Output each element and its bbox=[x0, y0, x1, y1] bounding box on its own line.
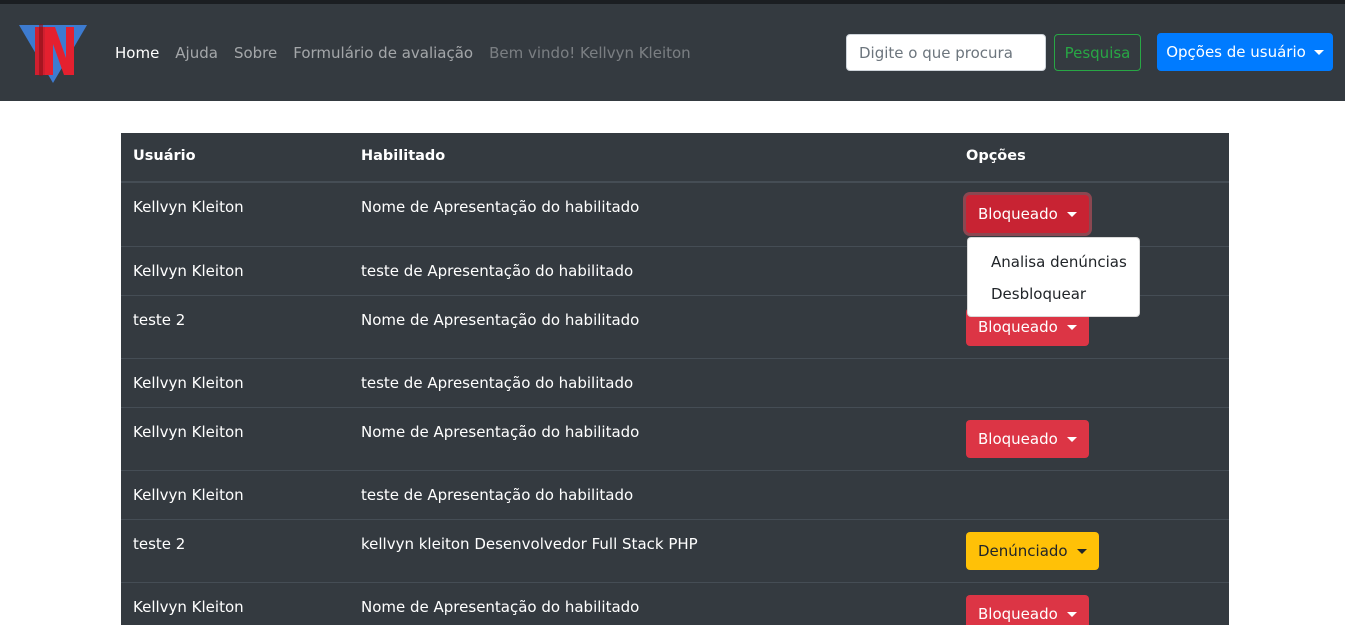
cell-habilitado: teste de Apresentação do habilitado bbox=[361, 374, 634, 392]
cell-habilitado: teste de Apresentação do habilitado bbox=[361, 486, 634, 504]
status-label: Bloqueado bbox=[978, 605, 1058, 623]
cell-habilitado: kellvyn kleiton Desenvolvedor Full Stack… bbox=[361, 535, 698, 553]
chevron-down-icon bbox=[1066, 436, 1077, 442]
status-dropdown-button[interactable]: Bloqueado bbox=[966, 595, 1089, 625]
cell-habilitado: teste de Apresentação do habilitado bbox=[361, 262, 634, 280]
table-row: Kellvyn Kleiton teste de Apresentação do… bbox=[121, 358, 1229, 407]
status-label: Denúnciado bbox=[978, 542, 1068, 560]
table-row: Kellvyn Kleiton teste de Apresentação do… bbox=[121, 470, 1229, 519]
table-row: teste 2 kellvyn kleiton Desenvolvedor Fu… bbox=[121, 519, 1229, 582]
dropdown-item-desbloquear[interactable]: Desbloquear bbox=[968, 278, 1139, 310]
navbar: Home Ajuda Sobre Formulário de avaliação… bbox=[0, 0, 1345, 101]
search-input[interactable] bbox=[846, 34, 1046, 71]
dropdown-item-analisa-denuncias[interactable]: Analisa denúncias bbox=[968, 246, 1139, 278]
chevron-down-icon bbox=[1066, 611, 1077, 617]
user-options-label: Opções de usuário bbox=[1166, 43, 1306, 61]
cell-habilitado: Nome de Apresentação do habilitado bbox=[361, 423, 640, 441]
table-row: Kellvyn Kleiton Nome de Apresentação do … bbox=[121, 407, 1229, 470]
site-logo[interactable] bbox=[18, 22, 88, 84]
cell-user: teste 2 bbox=[133, 535, 186, 553]
cell-user: Kellvyn Kleiton bbox=[133, 486, 244, 504]
top-strip bbox=[0, 0, 1345, 4]
nav-links: Home Ajuda Sobre Formulário de avaliação… bbox=[115, 41, 691, 65]
user-options-button[interactable]: Opções de usuário bbox=[1157, 33, 1333, 71]
chevron-down-icon bbox=[1313, 49, 1324, 55]
header-usuario: Usuário bbox=[133, 148, 196, 164]
status-label: Bloqueado bbox=[978, 430, 1058, 448]
header-opcoes: Opções bbox=[966, 148, 1026, 164]
nav-link-formulario[interactable]: Formulário de avaliação bbox=[293, 44, 473, 62]
search-button[interactable]: Pesquisa bbox=[1054, 34, 1141, 71]
table-header: Usuário Habilitado Opções bbox=[121, 133, 1229, 183]
cell-habilitado: Nome de Apresentação do habilitado bbox=[361, 198, 640, 216]
nav-link-sobre[interactable]: Sobre bbox=[234, 44, 277, 62]
chevron-down-icon bbox=[1066, 324, 1077, 330]
status-dropdown-button[interactable]: Bloqueado bbox=[966, 420, 1089, 458]
status-dropdown-menu: Analisa denúncias Desbloquear bbox=[967, 237, 1140, 317]
cell-user: teste 2 bbox=[133, 311, 186, 329]
chevron-down-icon bbox=[1076, 548, 1087, 554]
cell-user: Kellvyn Kleiton bbox=[133, 598, 244, 616]
nav-link-home[interactable]: Home bbox=[115, 44, 159, 62]
status-label: Bloqueado bbox=[978, 318, 1058, 336]
status-dropdown-button[interactable]: Denúnciado bbox=[966, 532, 1099, 570]
cell-user: Kellvyn Kleiton bbox=[133, 374, 244, 392]
nav-link-ajuda[interactable]: Ajuda bbox=[175, 44, 218, 62]
cell-user: Kellvyn Kleiton bbox=[133, 198, 244, 216]
welcome-text: Bem vindo! Kellvyn Kleiton bbox=[489, 44, 691, 62]
cell-habilitado: Nome de Apresentação do habilitado bbox=[361, 598, 640, 616]
status-dropdown-button[interactable]: Bloqueado bbox=[966, 195, 1089, 233]
header-habilitado: Habilitado bbox=[361, 148, 446, 164]
table-row: Kellvyn Kleiton Nome de Apresentação do … bbox=[121, 582, 1229, 625]
chevron-down-icon bbox=[1066, 211, 1077, 217]
users-table: Usuário Habilitado Opções Kellvyn Kleito… bbox=[121, 133, 1229, 625]
cell-habilitado: Nome de Apresentação do habilitado bbox=[361, 311, 640, 329]
cell-user: Kellvyn Kleiton bbox=[133, 262, 244, 280]
cell-user: Kellvyn Kleiton bbox=[133, 423, 244, 441]
status-label: Bloqueado bbox=[978, 205, 1058, 223]
